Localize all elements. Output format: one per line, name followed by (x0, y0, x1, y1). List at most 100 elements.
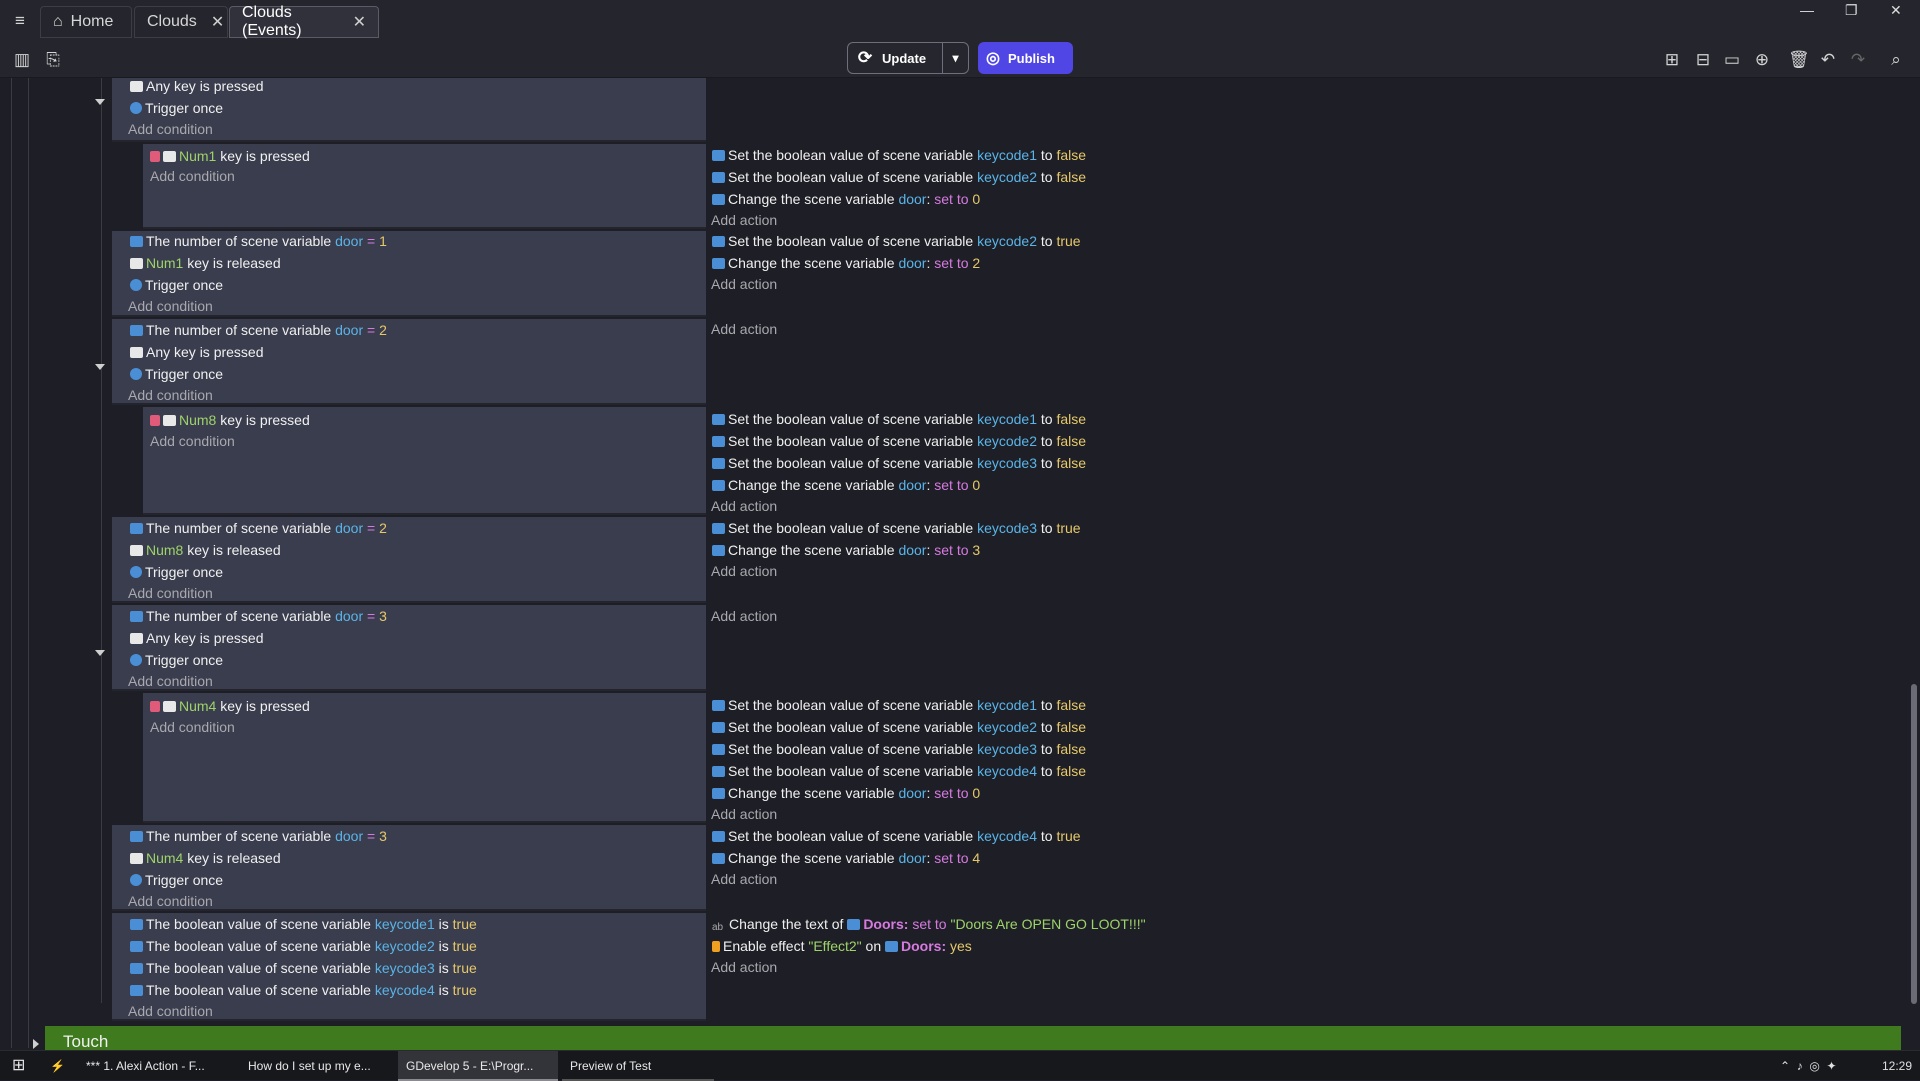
add-comment-icon[interactable]: ▭ (1722, 50, 1742, 70)
close-window-icon[interactable]: ✕ (1890, 2, 1902, 19)
condition[interactable]: The boolean value of scene variable keyc… (130, 958, 477, 978)
action[interactable]: Set the boolean value of scene variable … (712, 231, 1081, 251)
publish-button[interactable]: ◎ Publish (978, 42, 1073, 74)
add-condition-link[interactable]: Add condition (128, 583, 213, 603)
add-action-link[interactable]: Add action (711, 606, 777, 626)
condition[interactable]: The number of scene variable door = 1 (130, 231, 387, 251)
add-action-link[interactable]: Add action (711, 561, 777, 581)
action[interactable]: Set the boolean value of scene variable … (712, 761, 1086, 781)
action[interactable]: Change the scene variable door: set to 0 (712, 475, 980, 495)
condition[interactable]: Num1 key is released (130, 253, 281, 273)
expand-arrow-icon[interactable] (33, 1039, 39, 1049)
add-condition-link[interactable]: Add condition (128, 385, 213, 405)
action[interactable]: Set the boolean value of scene variable … (712, 826, 1081, 846)
add-icon[interactable]: ⊕ (1752, 50, 1772, 70)
condition[interactable]: The boolean value of scene variable keyc… (130, 936, 477, 956)
collapse-arrow-icon[interactable] (95, 650, 105, 656)
condition[interactable]: Trigger once (130, 870, 223, 890)
condition[interactable]: Num1 key is pressed (150, 146, 310, 166)
condition[interactable]: Trigger once (130, 562, 223, 582)
action[interactable]: Enable effect "Effect2" on Doors: yes (712, 936, 972, 956)
condition[interactable]: The number of scene variable door = 3 (130, 826, 387, 846)
condition[interactable]: Any key is pressed (130, 342, 264, 362)
condition[interactable]: Num8 key is released (130, 540, 281, 560)
collapse-arrow-icon[interactable] (95, 99, 105, 105)
save-icon[interactable]: ⎘ (43, 50, 63, 70)
condition[interactable]: Any key is pressed (130, 78, 264, 96)
panels-icon[interactable]: ▥ (12, 50, 32, 70)
add-action-link[interactable]: Add action (711, 869, 777, 889)
search-icon[interactable]: ⌕ (1886, 50, 1906, 70)
add-subevent-icon[interactable]: ⊟ (1693, 50, 1713, 70)
add-action-link[interactable]: Add action (711, 957, 777, 977)
add-condition-link[interactable]: Add condition (128, 1001, 213, 1021)
action[interactable]: Set the boolean value of scene variable … (712, 717, 1086, 737)
condition[interactable]: The boolean value of scene variable keyc… (130, 914, 477, 934)
taskbar-item[interactable]: Preview of Test (562, 1051, 714, 1081)
add-action-link[interactable]: Add action (711, 804, 777, 824)
minimize-icon[interactable]: — (1800, 2, 1814, 18)
tab-clouds-events[interactable]: Clouds (Events) ✕ (229, 4, 379, 39)
add-condition-link[interactable]: Add condition (150, 431, 235, 451)
action[interactable]: Change the scene variable door: set to 4 (712, 848, 980, 868)
condition[interactable]: The number of scene variable door = 2 (130, 518, 387, 538)
add-event-icon[interactable]: ⊞ (1662, 50, 1682, 70)
close-icon[interactable]: ✕ (353, 12, 366, 32)
action[interactable]: ab Change the text of Doors: set to "Door… (712, 914, 1146, 934)
action[interactable]: Change the scene variable door: set to 3 (712, 540, 980, 560)
vertical-scrollbar[interactable] (1911, 684, 1917, 1004)
action[interactable]: Set the boolean value of scene variable … (712, 739, 1086, 759)
clock[interactable]: 12:29 (1882, 1051, 1912, 1081)
condition[interactable]: Trigger once (130, 650, 223, 670)
condition[interactable]: The number of scene variable door = 3 (130, 606, 387, 626)
action[interactable]: Set the boolean value of scene variable … (712, 431, 1086, 451)
add-condition-link[interactable]: Add condition (150, 717, 235, 737)
add-action-link[interactable]: Add action (711, 319, 777, 339)
action[interactable]: Change the scene variable door: set to 0 (712, 189, 980, 209)
add-action-link[interactable]: Add action (711, 496, 777, 516)
add-action-link[interactable]: Add action (711, 210, 777, 230)
add-condition-link[interactable]: Add condition (150, 166, 235, 186)
start-button[interactable]: ⊞ (4, 1051, 34, 1081)
add-condition-link[interactable]: Add condition (128, 671, 213, 691)
app-icon[interactable]: ⚡ (42, 1051, 72, 1081)
action[interactable]: Change the scene variable door: set to 2 (712, 253, 980, 273)
action[interactable]: Set the boolean value of scene variable … (712, 518, 1081, 538)
condition[interactable]: Num8 key is pressed (150, 410, 310, 430)
events-sheet[interactable]: Any key is pressed Trigger once Add cond… (0, 78, 1920, 1078)
condition[interactable]: Trigger once (130, 98, 223, 118)
tab-clouds[interactable]: Clouds ✕ (134, 6, 228, 38)
tray-icons[interactable]: ⌃ ♪ ◎ ✦ (1780, 1051, 1837, 1081)
taskbar-item[interactable]: GDevelop 5 - E:\Progr... (398, 1051, 558, 1081)
condition[interactable]: The boolean value of scene variable keyc… (130, 980, 477, 1000)
condition[interactable]: Trigger once (130, 364, 223, 384)
action[interactable]: Set the boolean value of scene variable … (712, 453, 1086, 473)
condition[interactable]: The number of scene variable door = 2 (130, 320, 387, 340)
condition[interactable]: Num4 key is pressed (150, 696, 310, 716)
taskbar-item[interactable]: How do I set up my e... (240, 1051, 396, 1081)
menu-icon[interactable]: ≡ (10, 11, 30, 31)
delete-icon[interactable]: 🗑 (1788, 50, 1810, 70)
action[interactable]: Change the scene variable door: set to 0 (712, 783, 980, 803)
chevron-down-icon[interactable]: ▾ (942, 43, 968, 73)
action[interactable]: Set the boolean value of scene variable … (712, 167, 1086, 187)
restore-icon[interactable]: ❐ (1845, 2, 1858, 19)
action[interactable]: Set the boolean value of scene variable … (712, 695, 1086, 715)
collapse-arrow-icon[interactable] (95, 364, 105, 370)
add-condition-link[interactable]: Add condition (128, 119, 213, 139)
condition[interactable]: Num4 key is released (130, 848, 281, 868)
close-icon[interactable]: ✕ (211, 12, 224, 32)
undo-icon[interactable]: ↶ (1818, 50, 1838, 70)
taskbar-item[interactable]: *** 1. Alexi Action - F... (78, 1051, 232, 1081)
tab-home[interactable]: ⌂ Home (40, 6, 132, 38)
add-condition-link[interactable]: Add condition (128, 296, 213, 316)
add-action-link[interactable]: Add action (711, 274, 777, 294)
condition[interactable]: Any key is pressed (130, 628, 264, 648)
action[interactable]: Set the boolean value of scene variable … (712, 409, 1086, 429)
add-condition-link[interactable]: Add condition (128, 891, 213, 911)
update-button[interactable]: ⟳ Update ▾ (847, 42, 969, 74)
action[interactable]: Set the boolean value of scene variable … (712, 145, 1086, 165)
indent-guide (11, 78, 12, 1048)
redo-icon[interactable]: ↷ (1848, 50, 1868, 70)
condition[interactable]: Trigger once (130, 275, 223, 295)
